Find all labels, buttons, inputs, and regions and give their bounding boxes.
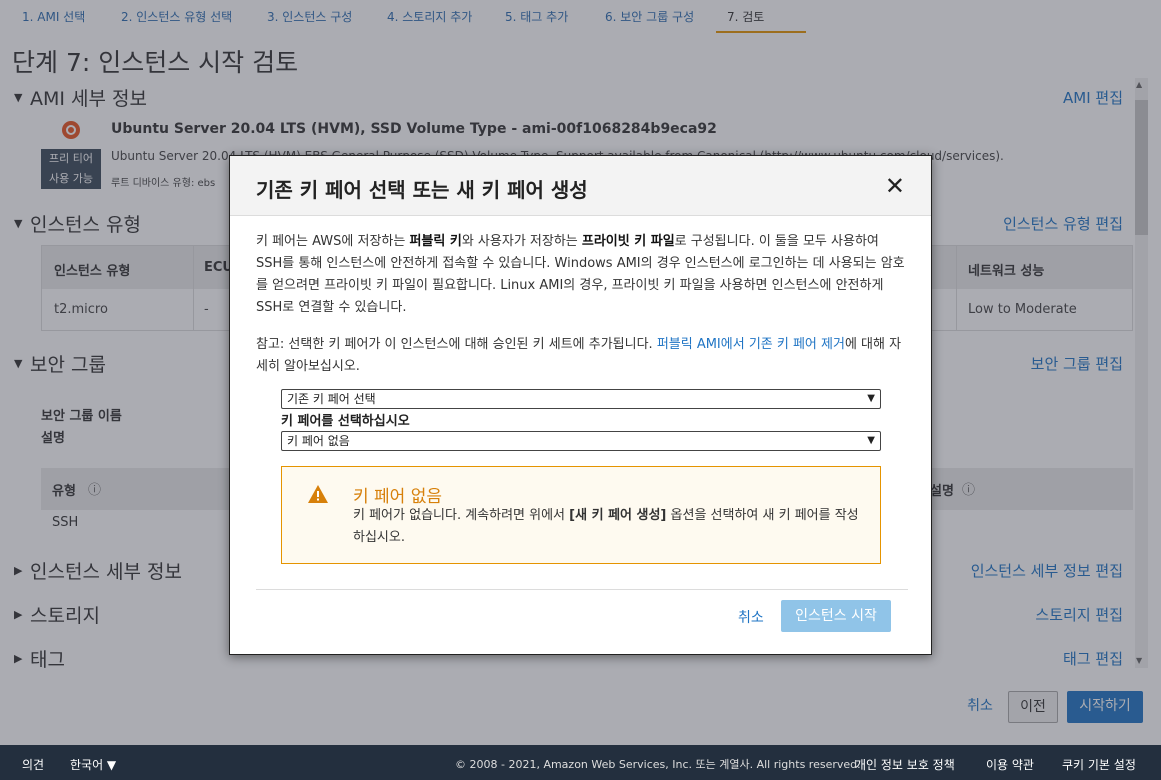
chevron-down-icon: ▼ <box>867 435 875 446</box>
close-icon[interactable]: ✕ <box>885 172 905 200</box>
key-pair-option-select[interactable]: 기존 키 페어 선택 ▼ <box>281 389 881 409</box>
feedback-link[interactable]: 의견 <box>22 756 44 773</box>
select-key-pair-label: 키 페어를 선택하십시오 <box>281 414 410 429</box>
explanation-text-1: 키 페어는 AWS에 저장하는 <box>256 234 410 249</box>
language-selector[interactable]: 한국어 ▼ <box>70 756 116 773</box>
dialog-header: 기존 키 페어 선택 또는 새 키 페어 생성 ✕ <box>230 156 931 216</box>
explanation-text-2: 와 사용자가 저장하는 <box>461 234 582 249</box>
copyright-text: © 2008 - 2021, Amazon Web Services, Inc.… <box>455 758 861 771</box>
key-pair-note: 참고: 선택한 키 페어가 이 인스턴스에 대해 승인된 키 세트에 추가됩니다… <box>256 334 908 378</box>
chevron-down-icon: ▼ <box>867 393 875 404</box>
remove-key-pair-link[interactable]: 퍼블릭 AMI에서 기존 키 페어 제거 <box>657 337 845 352</box>
footer: 의견 한국어 ▼ © 2008 - 2021, Amazon Web Servi… <box>0 745 1161 780</box>
launch-instance-button[interactable]: 인스턴스 시작 <box>781 600 891 632</box>
warning-text-1: 키 페어가 없습니다. 계속하려면 위에서 <box>353 508 570 523</box>
note-text-1: 참고: 선택한 키 페어가 이 인스턴스에 대해 승인된 키 세트에 추가됩니다… <box>256 337 657 352</box>
warning-message: 키 페어가 없습니다. 계속하려면 위에서 [새 키 페어 생성] 옵션을 선택… <box>353 505 863 549</box>
no-key-pair-warning: 키 페어 없음 키 페어가 없습니다. 계속하려면 위에서 [새 키 페어 생성… <box>281 466 881 564</box>
warning-icon <box>308 485 328 503</box>
cookie-preferences-link[interactable]: 쿠키 기본 설정 <box>1062 756 1136 773</box>
privacy-policy-link[interactable]: 개인 정보 보호 정책 <box>855 756 955 773</box>
dialog-divider <box>256 589 908 590</box>
explanation-bold-private-key: 프라이빗 키 파일 <box>581 234 675 249</box>
terms-link[interactable]: 이용 약관 <box>986 756 1034 773</box>
key-pair-value: 키 페어 없음 <box>287 434 350 448</box>
explanation-bold-public-key: 퍼블릭 키 <box>409 234 462 249</box>
key-pair-select[interactable]: 키 페어 없음 ▼ <box>281 431 881 451</box>
key-pair-dialog: 기존 키 페어 선택 또는 새 키 페어 생성 ✕ 키 페어는 AWS에 저장하… <box>229 155 932 655</box>
warning-title: 키 페어 없음 <box>353 487 443 507</box>
key-pair-option-value: 기존 키 페어 선택 <box>287 392 376 406</box>
warning-bold-create-new: [새 키 페어 생성] <box>569 508 667 523</box>
dialog-title: 기존 키 페어 선택 또는 새 키 페어 생성 <box>256 178 588 202</box>
key-pair-explanation: 키 페어는 AWS에 저장하는 퍼블릭 키와 사용자가 저장하는 프라이빗 키 … <box>256 231 908 319</box>
dialog-cancel-button[interactable]: 취소 <box>738 607 764 627</box>
